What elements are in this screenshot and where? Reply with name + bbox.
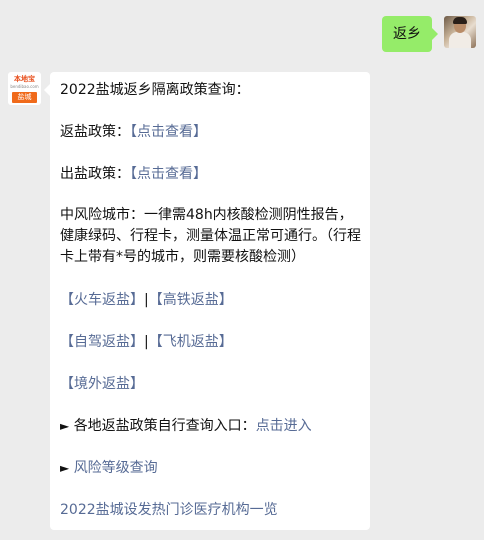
transport-links-row-1: 【火车返盐】|【高铁返盐】 bbox=[60, 290, 360, 310]
bot-avatar[interactable]: 本地宝 bendibao.com 盐城 bbox=[8, 72, 41, 105]
fever-clinics-row: 2022盐城设发热门诊医疗机构一览 bbox=[60, 500, 360, 520]
sent-message-bubble[interactable]: 返乡 bbox=[382, 16, 438, 52]
risk-level-row: ► 风险等级查询 bbox=[60, 458, 360, 478]
exit-policy-row: 出盐政策：【点击查看】 bbox=[60, 164, 360, 184]
fever-clinics-link[interactable]: 2022盐城设发热门诊医疗机构一览 bbox=[60, 502, 278, 518]
avatar-hair-shape bbox=[453, 17, 467, 24]
bot-logo-site: bendibao.com bbox=[10, 84, 39, 89]
local-policy-entry-label: 各地返盐政策自行查询入口： bbox=[73, 418, 256, 434]
avatar-torso-shape bbox=[449, 32, 471, 48]
flight-return-link[interactable]: 【飞机返盐】 bbox=[149, 334, 233, 350]
high-speed-rail-return-link[interactable]: 【高铁返盐】 bbox=[149, 292, 233, 308]
return-policy-row: 返盐政策：【点击查看】 bbox=[60, 122, 360, 142]
transport-links-row-2: 【自驾返盐】|【飞机返盐】 bbox=[60, 332, 360, 352]
train-return-link[interactable]: 【火车返盐】 bbox=[60, 292, 144, 308]
triangle-right-icon: ► bbox=[60, 419, 70, 433]
user-avatar[interactable] bbox=[444, 16, 476, 48]
medium-risk-text: 中风险城市：一律需48h内核酸检测阴性报告，健康绿码、行程卡，测量体温正常可通行… bbox=[60, 207, 361, 265]
return-policy-link[interactable]: 【点击查看】 bbox=[130, 124, 207, 140]
self-drive-return-link[interactable]: 【自驾返盐】 bbox=[60, 334, 144, 350]
transport-links-row-3: 【境外返盐】 bbox=[60, 374, 360, 394]
triangle-right-icon: ► bbox=[60, 461, 70, 475]
bot-logo-brand: 本地宝 bbox=[14, 75, 35, 83]
return-policy-label: 返盐政策： bbox=[60, 124, 130, 140]
overseas-return-link[interactable]: 【境外返盐】 bbox=[60, 376, 144, 392]
reply-message-bubble: 2022盐城返乡隔离政策查询： 返盐政策：【点击查看】 出盐政策：【点击查看】 … bbox=[44, 72, 370, 530]
sent-message: 返乡 bbox=[382, 16, 438, 52]
bot-logo-city: 盐城 bbox=[12, 92, 37, 103]
local-policy-entry-row: ► 各地返盐政策自行查询入口：点击进入 bbox=[60, 416, 360, 436]
exit-policy-link[interactable]: 【点击查看】 bbox=[130, 166, 207, 182]
exit-policy-label: 出盐政策： bbox=[60, 166, 130, 182]
local-policy-entry-link[interactable]: 点击进入 bbox=[256, 418, 312, 434]
risk-level-query-link[interactable]: 风险等级查询 bbox=[74, 460, 158, 476]
reply-title: 2022盐城返乡隔离政策查询： bbox=[60, 82, 250, 98]
